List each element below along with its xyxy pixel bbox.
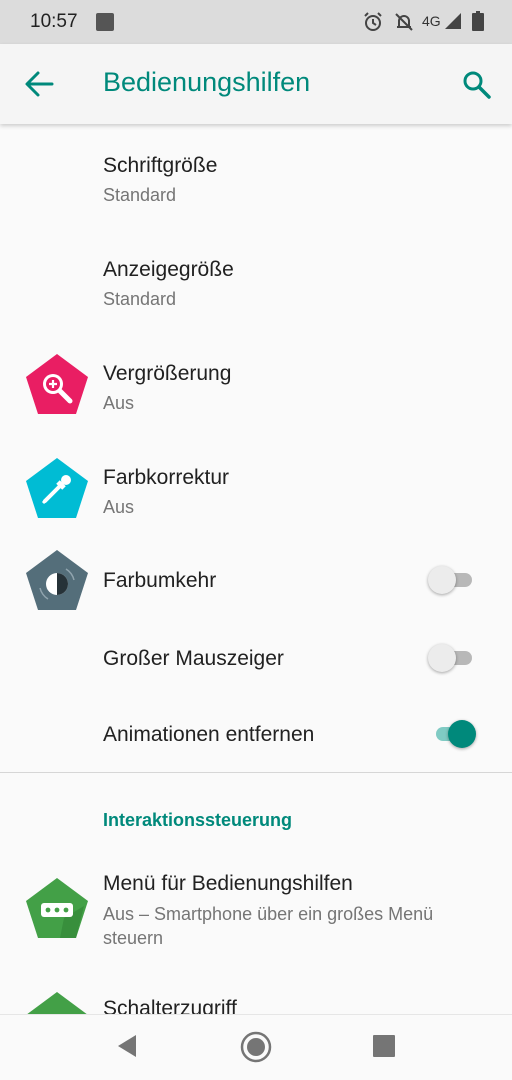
network-type: 4G — [422, 13, 441, 29]
list-item-switch-access[interactable]: Schalterzugriff — [0, 984, 512, 1014]
list-item-magnification[interactable]: Vergrößerung Aus — [0, 332, 512, 436]
app-bar: Bedienungshilfen — [0, 44, 512, 124]
item-title: Farbkorrektur — [103, 466, 230, 489]
item-title: Schalterzugriff — [103, 997, 237, 1014]
page-title: Bedienungshilfen — [103, 67, 311, 97]
item-summary: Standard — [103, 289, 177, 309]
navigation-bar — [0, 1014, 512, 1080]
battery-icon — [472, 11, 484, 31]
cell-signal-icon — [445, 13, 461, 29]
item-title: Anzeigegröße — [103, 258, 234, 281]
item-summary: Aus — [103, 497, 135, 517]
list-item-large-pointer[interactable]: Großer Mauszeiger — [0, 620, 512, 696]
status-time: 10:57 — [30, 11, 78, 32]
alarm-icon — [364, 12, 382, 31]
large-pointer-switch[interactable] — [428, 644, 476, 672]
color-inversion-switch[interactable] — [428, 566, 476, 594]
item-title: Schriftgröße — [103, 154, 218, 177]
nav-home-icon[interactable] — [240, 1031, 272, 1063]
list-item-display-size[interactable]: Anzeigegröße Standard — [0, 228, 512, 332]
switch-access-icon — [27, 992, 87, 1014]
magnification-icon — [26, 354, 88, 414]
nav-back-icon[interactable] — [116, 1033, 138, 1059]
nav-recents-icon[interactable] — [373, 1035, 395, 1057]
search-icon[interactable] — [462, 70, 492, 100]
item-summary: Standard — [103, 185, 177, 205]
accessibility-menu-icon — [26, 878, 88, 938]
list-item-color-correction[interactable]: Farbkorrektur Aus — [0, 436, 512, 540]
item-title: Großer Mauszeiger — [103, 647, 284, 670]
notifications-off-icon — [395, 13, 413, 31]
remove-animations-switch[interactable] — [428, 720, 476, 748]
arrow-left-icon[interactable] — [24, 70, 54, 98]
item-title: Animationen entfernen — [103, 723, 315, 746]
list-item-remove-animations[interactable]: Animationen entfernen — [0, 696, 512, 772]
list-item-font-size[interactable]: Schriftgröße Standard — [0, 124, 512, 228]
notification-square-icon — [96, 13, 114, 31]
divider — [0, 772, 512, 773]
settings-list: Schriftgröße Standard Anzeigegröße Stand… — [0, 124, 512, 1014]
list-item-color-inversion[interactable]: Farbumkehr — [0, 540, 512, 620]
item-title: Vergrößerung — [103, 362, 232, 385]
status-bar: 10:57 4G — [0, 0, 512, 44]
item-title: Farbumkehr — [103, 569, 217, 592]
item-summary-line1: Aus – Smartphone über ein großes Menü — [103, 904, 434, 924]
item-summary-line2: steuern — [103, 928, 164, 948]
list-item-accessibility-menu[interactable]: Menü für Bedienungshilfen Aus – Smartpho… — [0, 854, 512, 984]
color-correction-icon — [26, 458, 88, 518]
section-header: Interaktionssteuerung — [103, 810, 293, 830]
color-inversion-icon — [26, 550, 88, 610]
item-title: Menü für Bedienungshilfen — [103, 872, 353, 895]
item-summary: Aus — [103, 393, 135, 413]
